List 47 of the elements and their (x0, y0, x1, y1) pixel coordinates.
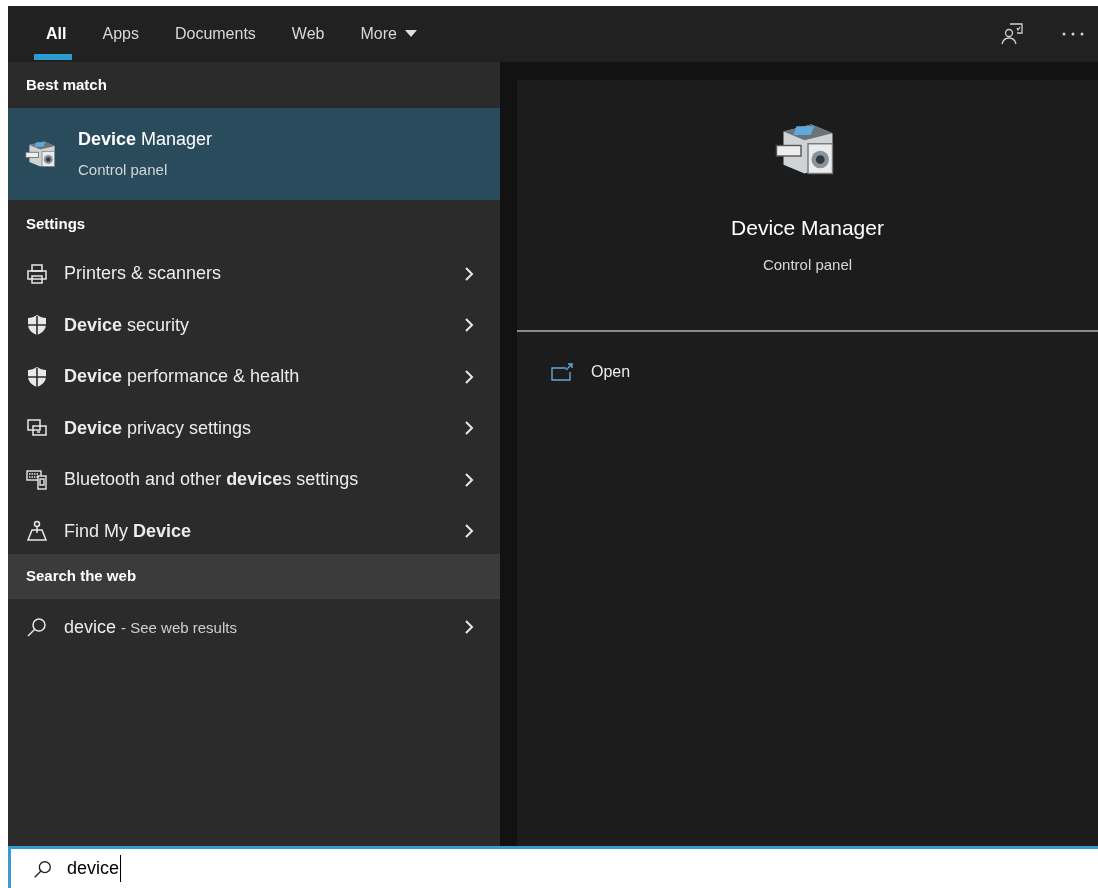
chevron-right-icon (464, 420, 474, 437)
preview-subtitle: Control panel (762, 254, 853, 275)
section-heading: Best match (25, 74, 108, 95)
section-heading: Search the web (8, 554, 500, 599)
shield-icon (26, 365, 48, 388)
settings-result-item[interactable]: Printers & scanners (8, 248, 500, 300)
chevron-right-icon (464, 317, 474, 334)
result-label: Device performance & health (64, 365, 301, 389)
tab[interactable]: Web (273, 6, 343, 62)
result-label: device - See web results (64, 615, 238, 639)
shield-icon (26, 314, 48, 337)
web-result-item[interactable]: device - See web results (8, 599, 500, 655)
person-map-icon (26, 520, 48, 543)
result-label: Bluetooth and other devices settings (64, 468, 360, 492)
chevron-right-icon (464, 265, 474, 282)
search-icon (33, 858, 53, 879)
chevron-right-icon (464, 368, 474, 385)
chevron-right-icon (464, 523, 474, 540)
result-title: Device Manager (78, 128, 213, 152)
printer-icon (26, 262, 48, 285)
settings-result-item[interactable]: Device security (8, 299, 500, 351)
search-icon (26, 616, 48, 638)
tab[interactable]: Apps (84, 6, 157, 62)
settings-result-item[interactable]: Find My Device (8, 505, 500, 557)
open-action[interactable]: Open (517, 352, 1098, 392)
best-match-item[interactable]: Device Manager Control panel (8, 108, 500, 200)
result-label: Device security (64, 313, 191, 337)
result-label: Find My Device (64, 519, 193, 543)
tab[interactable]: More (342, 6, 435, 62)
section-heading: Settings (25, 213, 87, 234)
tab[interactable]: All (34, 6, 85, 62)
settings-result-item[interactable]: Device performance & health (8, 351, 500, 403)
settings-result-item[interactable]: Device privacy settings (8, 402, 500, 454)
ellipsis-icon (1062, 32, 1084, 36)
open-window-icon (551, 363, 573, 381)
settings-result-item[interactable]: Bluetooth and other devices settings (8, 454, 500, 506)
result-label: Device privacy settings (64, 416, 253, 440)
result-label: Printers & scanners (64, 262, 223, 286)
caret-down-icon (404, 30, 417, 38)
result-subtitle: Control panel (78, 160, 169, 181)
chevron-right-icon (464, 619, 474, 635)
chevron-right-icon (464, 471, 474, 488)
person-feedback-icon (1000, 22, 1024, 46)
preview-title: Device Manager (731, 215, 884, 241)
search-field[interactable]: device (8, 846, 1098, 888)
tab[interactable]: Documents (156, 6, 274, 62)
keyboard-phone-icon (26, 468, 48, 491)
